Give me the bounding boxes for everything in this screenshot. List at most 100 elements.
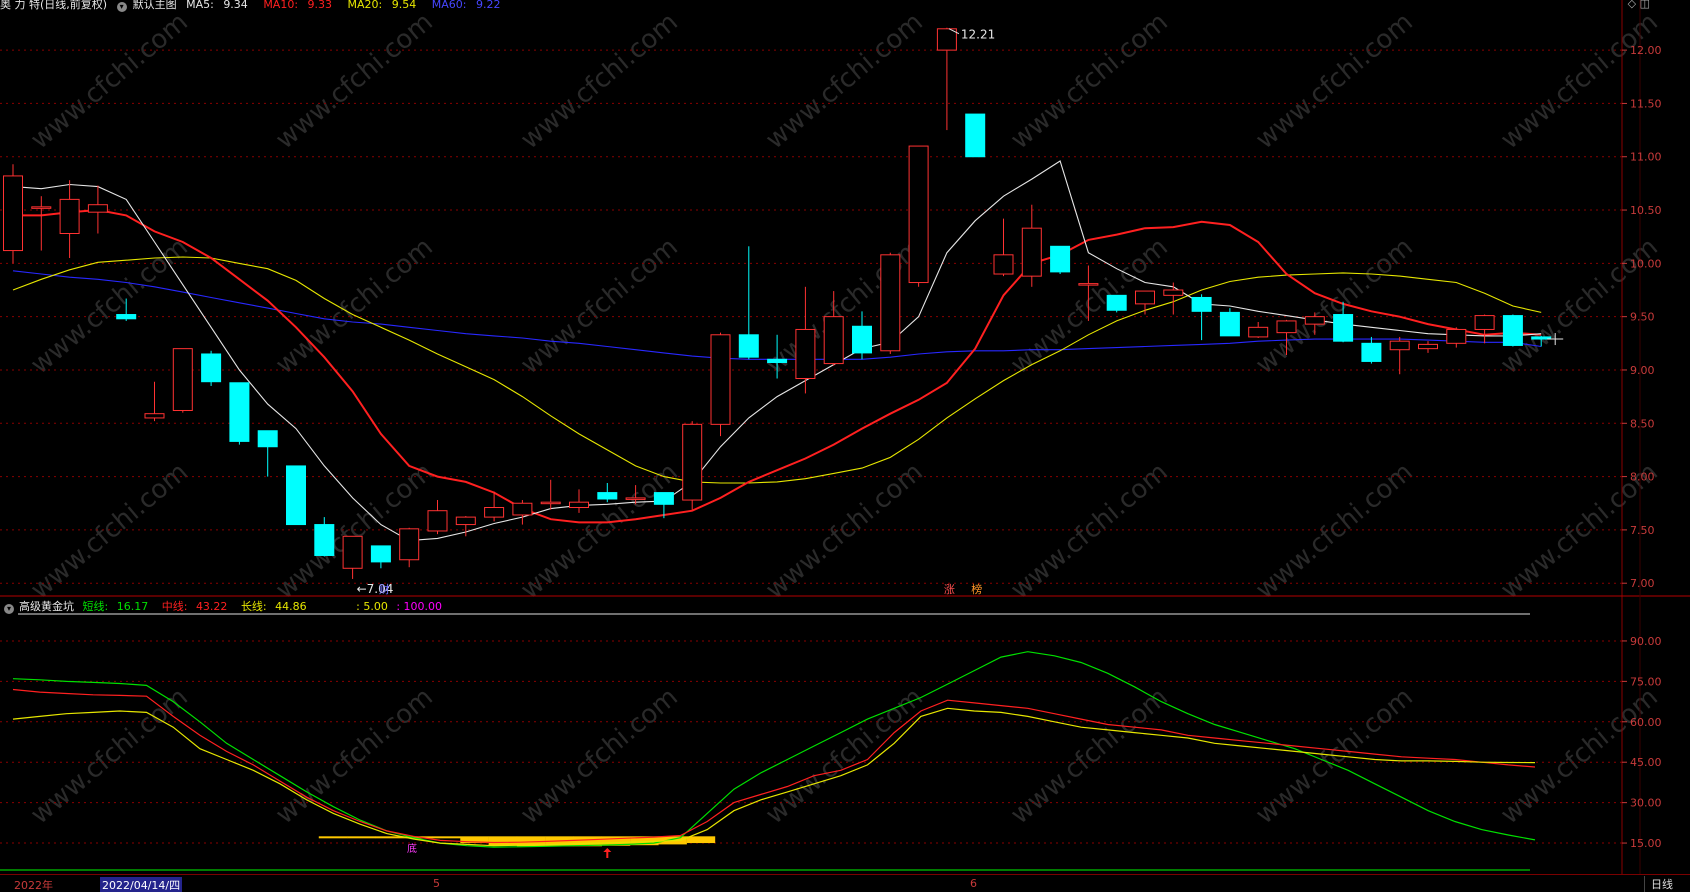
candle-body xyxy=(965,113,986,158)
candle xyxy=(427,500,448,535)
window-corner-icons[interactable]: ◇ ◫ xyxy=(1628,0,1650,10)
main-tick-label: 10.00 xyxy=(1630,257,1662,270)
main-tick-label: 8.50 xyxy=(1630,417,1655,430)
candle xyxy=(1021,204,1042,287)
indicator-dropdown-icon[interactable]: ▾ xyxy=(4,604,14,614)
candle-body xyxy=(625,497,646,500)
candle-body xyxy=(1361,342,1382,362)
main-tick-label: 7.00 xyxy=(1630,577,1655,590)
candle xyxy=(965,113,986,158)
candle-body xyxy=(1304,316,1325,325)
candle xyxy=(229,382,250,445)
candle-body xyxy=(540,501,561,505)
candle xyxy=(1191,294,1212,341)
candle-body xyxy=(1106,294,1127,311)
main-tick-label: 8.00 xyxy=(1630,471,1655,484)
watermark-text: www.cfchi.com xyxy=(270,7,439,155)
candle-body xyxy=(87,204,108,213)
indicator-tick-label: 45.00 xyxy=(1630,756,1662,769)
event-mark-cai: 财 xyxy=(379,582,390,596)
pit-fill-bar xyxy=(686,836,716,844)
candle-body xyxy=(880,254,901,352)
candle xyxy=(1219,308,1240,337)
watermark-text: www.cfchi.com xyxy=(1495,7,1664,155)
main-tick-label: 9.00 xyxy=(1630,364,1655,377)
watermark-text: www.cfchi.com xyxy=(270,232,439,380)
main-tick-label: 7.50 xyxy=(1630,524,1655,537)
mid-readout: 中线: 43.22 xyxy=(161,600,228,613)
main-chart-header: 奥 力 特(日线,前复权) ▾ 默认主图 MA5: 9.34 MA10: 9.33… xyxy=(0,0,512,12)
watermark-text: www.cfchi.com xyxy=(270,682,439,830)
candle-body xyxy=(936,28,957,51)
candle xyxy=(172,348,193,413)
candle xyxy=(569,489,589,513)
candle xyxy=(710,332,731,437)
candle-body xyxy=(682,423,703,501)
candle-body xyxy=(1219,311,1240,337)
candle-body xyxy=(144,413,165,419)
candle xyxy=(370,545,391,569)
ma60-readout: MA60: 9.22 xyxy=(431,0,501,11)
watermark-text: www.cfchi.com xyxy=(1005,682,1174,830)
candle-body xyxy=(1418,343,1438,350)
candle xyxy=(1474,314,1495,344)
watermark-text: www.cfchi.com xyxy=(25,682,194,830)
candle-body xyxy=(512,502,533,516)
template-dropdown-icon[interactable]: ▾ xyxy=(116,2,127,12)
year-label: 2022年 xyxy=(14,879,53,892)
candle-body xyxy=(455,516,476,526)
template-name[interactable]: 默认主图 xyxy=(133,0,177,11)
candle-body xyxy=(484,507,505,518)
candle-body xyxy=(1021,227,1042,277)
event-mark-zhang: 涨 xyxy=(944,583,955,596)
candle-body xyxy=(1078,283,1099,286)
indicator-header: ▾ 高级黄金坑 短线: 16.17 中线: 43.22 长线: 44.86 : 5… xyxy=(4,598,447,614)
candle xyxy=(852,311,872,360)
candle xyxy=(1389,336,1410,375)
candle xyxy=(540,479,561,510)
candle-body xyxy=(1446,328,1467,344)
pit-fill-bar xyxy=(347,836,376,839)
candle-body xyxy=(286,465,306,526)
candle-body xyxy=(908,145,929,284)
watermark-text: www.cfchi.com xyxy=(1005,7,1174,155)
main-tick-label: 12.00 xyxy=(1630,44,1662,57)
period-button[interactable]: 日线 xyxy=(1644,876,1679,892)
watermark-text: www.cfchi.com xyxy=(515,682,684,830)
watermark-text: www.cfchi.com xyxy=(515,7,684,155)
low-zone-mark: 底 xyxy=(407,842,417,855)
time-axis-bar: 2022年 2022/04/14/四 5 6 日线 xyxy=(0,874,1690,892)
candle-body xyxy=(314,524,335,556)
watermark-text: www.cfchi.com xyxy=(25,7,194,155)
candle xyxy=(1050,245,1071,275)
candle-body xyxy=(1389,340,1410,351)
watermark-text: www.cfchi.com xyxy=(1005,457,1174,605)
candle-body xyxy=(569,501,589,509)
candle xyxy=(201,350,222,386)
cursor-date: 2022/04/14/四 xyxy=(100,877,183,892)
candle-body xyxy=(31,206,52,209)
chart-canvas[interactable]: www.cfchi.com www.cfchi.com www.cfchi.com w… xyxy=(0,0,1690,892)
candle xyxy=(908,145,929,287)
candle-body xyxy=(1502,315,1523,346)
candle xyxy=(795,286,816,394)
indicator-tick-label: 60.00 xyxy=(1630,716,1662,729)
candle-body xyxy=(738,334,759,358)
watermark-text: www.cfchi.com xyxy=(760,7,929,155)
candle-body xyxy=(116,314,137,320)
candle-body xyxy=(1050,245,1071,273)
main-tick-label: 9.50 xyxy=(1630,311,1655,324)
candle-body xyxy=(710,334,731,425)
candle xyxy=(314,517,335,557)
stock-chart-window: www.cfchi.com www.cfchi.com www.cfchi.com w… xyxy=(0,0,1690,892)
month-6-label: 6 xyxy=(970,877,977,890)
candle xyxy=(1248,321,1269,338)
watermark-text: www.cfchi.com xyxy=(515,232,684,380)
pit-fill-bar xyxy=(431,836,461,839)
candle-body xyxy=(201,353,222,383)
indicator-name[interactable]: 高级黄金坑 xyxy=(19,600,74,613)
candle xyxy=(1446,327,1467,348)
candle xyxy=(144,381,165,422)
extra-readout-2: : 100.00 xyxy=(396,600,443,613)
candle-body xyxy=(1191,296,1212,312)
